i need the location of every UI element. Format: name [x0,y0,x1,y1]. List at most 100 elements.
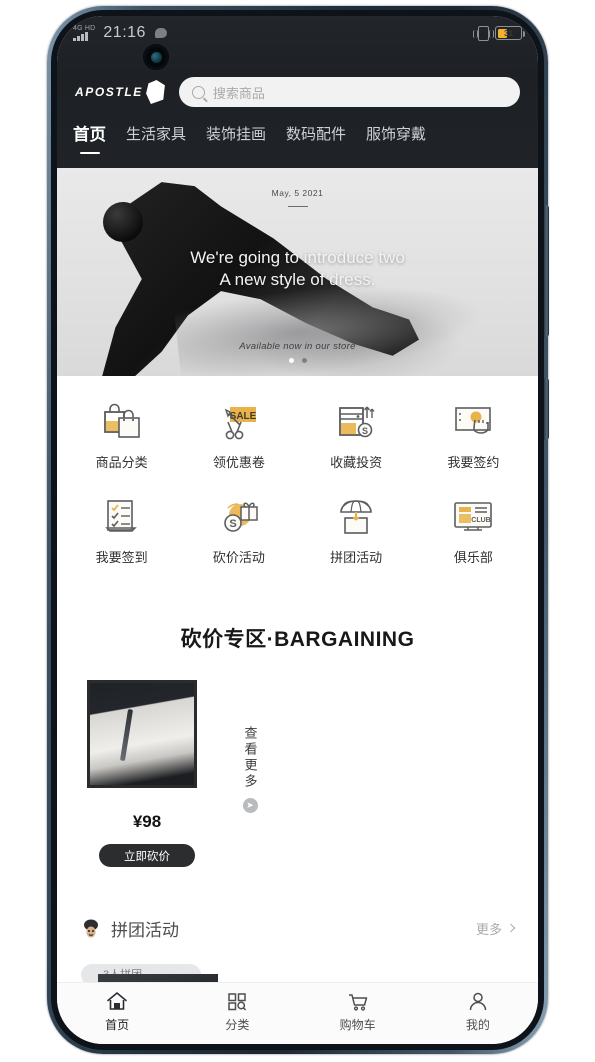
signal-bars-icon [73,32,95,41]
brand-search-row: APOSTLE 搜索商品 [57,70,538,114]
svg-text:SALE: SALE [230,411,257,422]
banner-date: May, 5 2021 [271,188,324,198]
search-input[interactable]: 搜索商品 [178,77,520,107]
bargain-product-price: ¥98 [132,812,162,831]
tab-wall-art[interactable]: 装饰挂画 [206,121,266,144]
power-button[interactable] [544,205,549,337]
network-type-label: 4G HD [73,25,95,41]
monitor-club-icon: CLUB [450,495,496,539]
pentagon-logo-mark-icon [146,80,165,104]
quick-action-group-buy[interactable]: 拼团活动 [298,485,415,580]
tab-furniture[interactable]: 生活家具 [126,121,186,144]
chevron-right-circle-icon[interactable]: ➤ [242,798,258,813]
checklist-pencil-icon [99,495,145,539]
hero-banner[interactable]: May, 5 2021 We're going to introduce two… [57,168,538,376]
group-more-link[interactable]: 更多 [475,919,516,938]
bargain-view-more[interactable]: 查看更多 ➤ [237,680,263,896]
quick-action-sign-contract[interactable]: 我要签约 [415,390,532,485]
quick-action-label: 商品分类 [95,455,148,470]
view-more-label: 查看更多 [242,726,258,790]
tabbar-item-cart[interactable]: 购物车 [298,983,418,1040]
message-bubble-icon [154,28,167,38]
umbrella-box-icon [333,495,379,539]
gift-coin-icon: S [216,495,262,539]
category-tabs: 首页 生活家具 装饰挂画 数码配件 服饰穿戴 [57,115,538,161]
group-more-label: 更多 [475,921,502,937]
banner-divider [287,206,308,207]
shopping-bags-icon [99,400,145,444]
quick-action-label: 我要签到 [95,550,148,565]
quick-action-row-2: 我要签到 S 砍价活动 拼团活动 CLUB 俱乐部 [63,485,532,580]
banner-subtitle: Available now in our store [239,341,356,352]
banner-pagination-dots[interactable] [57,358,538,363]
battery-level: 31 [504,28,513,38]
home-icon [106,991,128,1012]
svg-text:CLUB: CLUB [472,517,491,524]
banner-headline: We're going to introduce two A new style… [57,247,538,291]
search-icon [191,85,205,99]
group-section-title: 拼团活动 [111,920,179,940]
quick-action-coupon[interactable]: SALE 领优惠卷 [180,390,297,485]
tabbar-label: 分类 [225,1017,250,1032]
tab-apparel[interactable]: 服饰穿戴 [366,121,426,144]
svg-text:S: S [362,426,368,436]
shopping-cart-icon [347,991,369,1012]
app-logo: APOSTLE [75,80,165,104]
tabbar-item-profile[interactable]: 我的 [418,983,538,1040]
bargain-product-image [87,680,197,788]
phone-screen: 4G HD 21:16 31 APOSTLE 搜索商品 首页 生活家具 装饰挂画… [57,16,538,1044]
hand-signing-contract-icon [450,400,496,444]
app-header: 4G HD 21:16 31 APOSTLE 搜索商品 首页 生活家具 装饰挂画… [57,16,538,168]
quick-action-row-1: 商品分类 SALE 领优惠卷 S 收藏投资 我要签约 [63,390,532,485]
tab-home[interactable]: 首页 [73,121,106,145]
volume-button[interactable] [544,378,549,440]
logo-text: APOSTLE [75,85,143,99]
quick-action-label: 砍价活动 [212,550,265,565]
group-section-title-wrap: 拼团活动 [81,916,179,941]
screenshot-stage: 4G HD 21:16 31 APOSTLE 搜索商品 首页 生活家具 装饰挂画… [0,0,595,1062]
quick-action-bargain[interactable]: S 砍价活动 [180,485,297,580]
bargain-product-card[interactable]: ¥98 立即砍价 [81,680,213,896]
vibrate-icon [473,25,494,41]
quick-action-club[interactable]: CLUB 俱乐部 [415,485,532,580]
status-bar: 4G HD 21:16 31 [57,16,538,50]
status-bar-clock: 21:16 [103,24,146,41]
quick-action-label: 收藏投资 [330,455,383,470]
quick-action-label: 拼团活动 [330,550,383,565]
bottom-tab-bar: 首页 分类 购物车 我的 [57,982,538,1044]
search-placeholder: 搜索商品 [212,85,265,101]
quick-action-check-in[interactable]: 我要签到 [63,485,180,580]
banner-dot-2[interactable] [301,358,307,363]
banner-headline-line2: A new style of dress. [219,270,376,289]
quick-action-product-category[interactable]: 商品分类 [63,390,180,485]
quick-action-grid: 商品分类 SALE 领优惠卷 S 收藏投资 我要签约 我要签到 S 砍价活动 拼… [57,382,538,580]
bargain-section-title: 砍价专区·BARGAINING [180,628,415,651]
status-bar-left: 4G HD 21:16 [73,24,167,42]
banner-dot-1[interactable] [288,358,294,363]
category-grid-icon [226,991,248,1012]
status-bar-right: 31 [473,25,525,41]
card-invest-dollar-icon: S [333,400,379,444]
group-section-header: 拼团活动 更多 [57,906,538,950]
tabbar-label: 首页 [105,1017,130,1032]
banner-statue-head [103,202,143,242]
svg-text:S: S [229,518,236,530]
bargain-section: ¥98 立即砍价 查看更多 ➤ [57,666,538,896]
quick-action-label: 领优惠卷 [212,455,265,470]
sale-coupon-scissors-icon: SALE [216,400,262,444]
bargain-now-button[interactable]: 立即砍价 [99,844,195,867]
quick-action-label: 俱乐部 [453,550,493,565]
user-profile-icon [467,991,489,1012]
tabbar-label: 我的 [465,1017,490,1032]
tabbar-item-category[interactable]: 分类 [177,983,297,1040]
chevron-right-icon [506,923,516,933]
tab-digital-accessories[interactable]: 数码配件 [286,121,346,144]
quick-action-collect-invest[interactable]: S 收藏投资 [298,390,415,485]
banner-headline-line1: We're going to introduce two [190,248,405,267]
front-camera-punch-hole [143,44,169,70]
tabbar-item-home[interactable]: 首页 [57,983,177,1040]
battery-icon: 31 [495,26,525,40]
quick-action-label: 我要签约 [447,455,500,470]
group-avatar-icon [81,918,101,939]
tabbar-label: 购物车 [339,1017,376,1032]
